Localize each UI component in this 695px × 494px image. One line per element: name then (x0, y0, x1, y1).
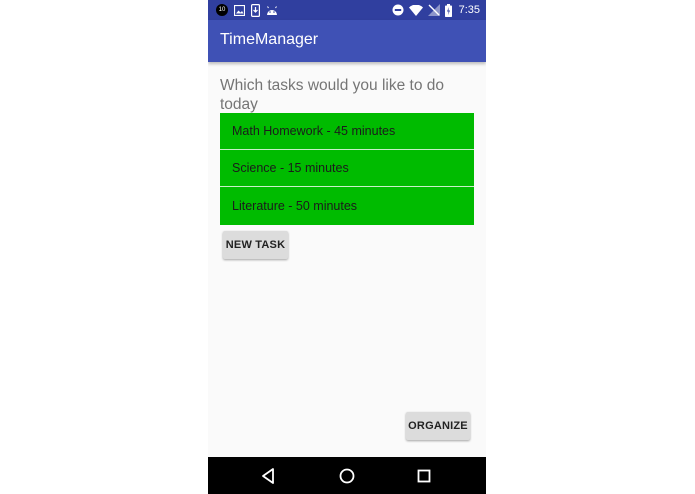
phone-screen: 10 7:35 TimeManager Which tasks would yo… (208, 0, 486, 494)
recents-icon[interactable] (415, 467, 433, 485)
phone-download-icon (251, 3, 260, 17)
notification-badge-icon: 10 (216, 4, 228, 16)
task-item-literature[interactable]: Literature - 50 minutes (220, 187, 474, 225)
status-left-icons: 10 (216, 3, 278, 17)
task-item-math[interactable]: Math Homework - 45 minutes (220, 113, 474, 150)
home-icon[interactable] (338, 467, 356, 485)
signal-off-icon (427, 4, 440, 16)
back-icon[interactable] (260, 467, 278, 485)
task-item-science[interactable]: Science - 15 minutes (220, 150, 474, 187)
status-bar: 10 7:35 (208, 0, 486, 20)
android-icon (267, 5, 277, 15)
status-right-icons: 7:35 (392, 3, 480, 17)
wifi-icon (408, 4, 423, 16)
battery-charging-icon (444, 3, 452, 17)
task-prompt: Which tasks would you like to do today (220, 77, 444, 113)
status-time: 7:35 (458, 4, 480, 16)
image-icon (234, 4, 245, 16)
app-bar: TimeManager (208, 20, 486, 62)
main-content: Which tasks would you like to do today M… (208, 62, 486, 457)
new-task-button[interactable]: NEW TASK (223, 231, 288, 259)
navigation-bar (208, 457, 486, 494)
organize-button[interactable]: ORGANIZE (406, 412, 470, 440)
task-list: Math Homework - 45 minutes Science - 15 … (220, 113, 474, 225)
app-title: TimeManager (220, 31, 319, 48)
do-not-disturb-icon (392, 4, 404, 16)
